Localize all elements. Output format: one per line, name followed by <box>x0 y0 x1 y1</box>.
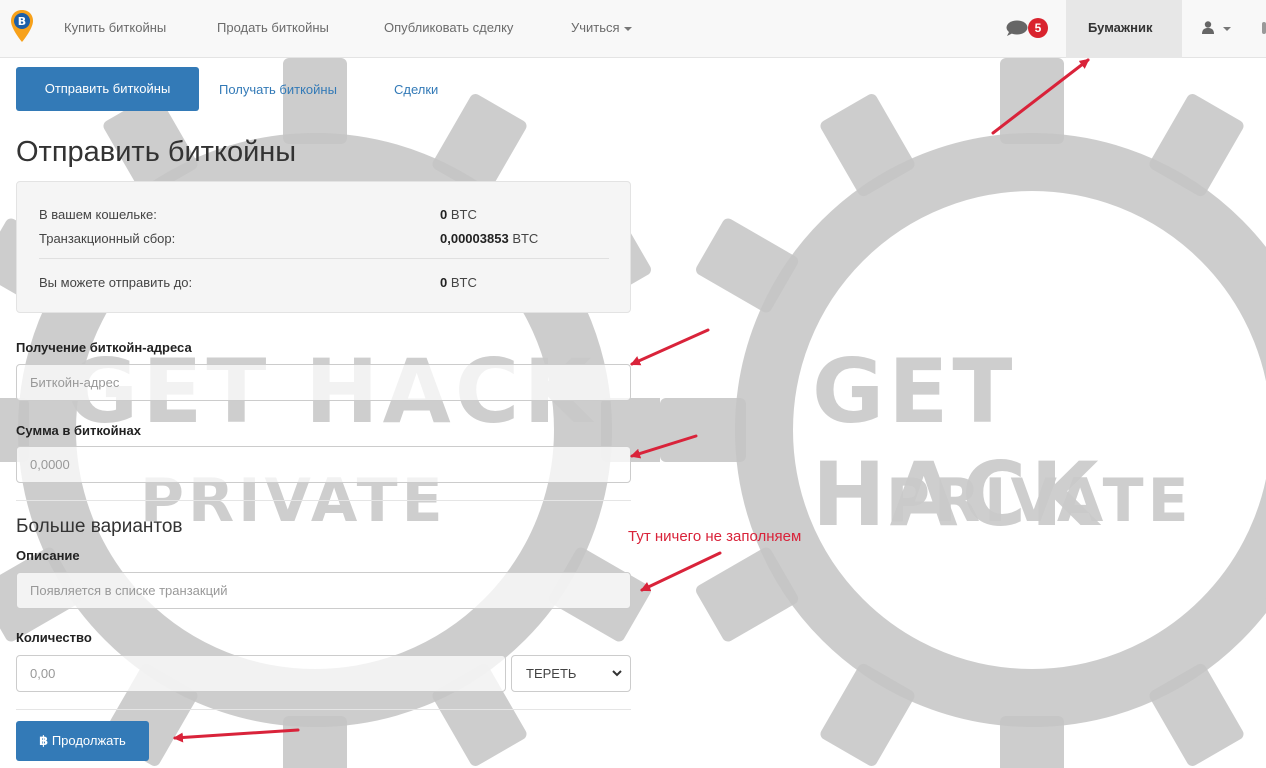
btc-amount-input[interactable]: 0,0000 <box>16 446 631 483</box>
user-menu-chevron-icon[interactable] <box>1223 27 1231 31</box>
nav-buy-bitcoins[interactable]: Купить биткойны <box>64 20 166 35</box>
chevron-down-icon <box>623 26 632 31</box>
bitcoin-icon: ฿ <box>39 733 49 748</box>
max-send-label: Вы можете отправить до: <box>39 275 193 290</box>
watermark-text-right-2: PRIVATE <box>886 466 1193 536</box>
quantity-label: Количество <box>16 630 92 645</box>
nav-sell-bitcoins[interactable]: Продать биткойны <box>217 20 329 35</box>
nav-learn-label: Учиться <box>571 20 620 35</box>
bitcoin-address-input[interactable]: Биткойн-адрес <box>16 364 631 401</box>
max-send-value: 0 BTC <box>440 275 477 290</box>
watermark-text-right-1: GET HACK <box>812 340 1103 546</box>
arrow-amount <box>630 434 698 459</box>
watermark-gear-right <box>660 58 1266 768</box>
balance-summary: В вашем кошельке: 0 BTC Транзакционный с… <box>16 181 631 313</box>
currency-select-value: ТЕРЕТЬ <box>526 666 577 681</box>
tab-receive-bitcoins[interactable]: Получать биткойны <box>219 82 337 97</box>
more-options-heading: Больше вариантов <box>16 516 183 537</box>
arrow-wallet <box>991 58 1090 135</box>
overflow-indicator <box>1262 22 1266 34</box>
address-label: Получение биткойн-адреса <box>16 340 192 355</box>
notifications-badge[interactable]: 5 <box>1028 18 1048 38</box>
wallet-balance-value: 0 BTC <box>440 207 477 222</box>
chat-bubble-icon[interactable] <box>1006 20 1028 36</box>
section-divider <box>16 500 631 501</box>
description-label: Описание <box>16 548 80 563</box>
fee-label: Транзакционный сбор: <box>39 231 176 246</box>
fee-value: 0,00003853 BTC <box>440 231 539 246</box>
continue-button-label: Продолжать <box>51 733 126 748</box>
svg-text:B: B <box>18 15 26 28</box>
arrow-description <box>640 551 722 592</box>
wallet-balance-label: В вашем кошельке: <box>39 207 157 222</box>
annotation-note: Тут ничего не заполняем <box>628 528 802 545</box>
amount-label: Сумма в биткойнах <box>16 423 141 438</box>
currency-select[interactable]: ТЕРЕТЬ <box>511 655 631 692</box>
wallet-label[interactable]: Бумажник <box>1088 20 1152 35</box>
nav-learn[interactable]: Учиться <box>571 20 632 35</box>
nav-post-trade[interactable]: Опубликовать сделку <box>384 20 513 35</box>
tab-deals[interactable]: Сделки <box>394 82 438 97</box>
balance-divider <box>39 258 609 259</box>
page-title: Отправить биткойны <box>16 136 297 168</box>
chevron-down-icon <box>612 670 622 677</box>
form-divider <box>16 709 631 710</box>
user-icon[interactable] <box>1202 21 1214 34</box>
arrow-continue <box>173 728 300 743</box>
quantity-input[interactable]: 0,00 <box>16 655 506 692</box>
bitcoin-logo-icon[interactable]: B <box>10 8 34 44</box>
tab-send-bitcoins[interactable]: Отправить биткойны <box>16 67 199 111</box>
top-navbar: B Купить биткойны Продать биткойны Опубл… <box>0 0 1266 58</box>
description-input[interactable]: Появляется в списке транзакций <box>16 572 631 609</box>
arrow-address <box>630 328 710 366</box>
continue-button[interactable]: ฿ Продолжать <box>16 721 149 761</box>
